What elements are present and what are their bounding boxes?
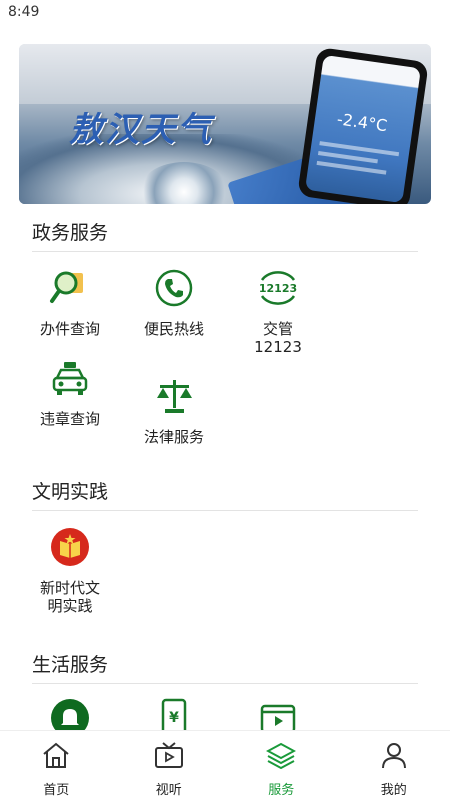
banner-phone-temp: -2.4°C xyxy=(335,109,389,136)
user-icon xyxy=(379,741,409,773)
tile-label: 法律服务 xyxy=(143,428,204,446)
tile-legal-services[interactable]: 法律服务 xyxy=(122,374,226,446)
tab-label: 首页 xyxy=(43,783,70,798)
svg-text:12123: 12123 xyxy=(259,282,297,295)
section-title-life: 生活服务 xyxy=(32,650,418,684)
svg-text:¥: ¥ xyxy=(169,710,179,726)
tile-traffic-12123[interactable]: 12123 交管 12123 xyxy=(226,266,330,356)
tile-violation-query[interactable]: 违章查询 xyxy=(18,356,122,446)
home-icon xyxy=(41,741,71,773)
scales-icon xyxy=(152,374,196,418)
tile-label: 违章查询 xyxy=(39,410,100,428)
tile-label-line1: 交管 xyxy=(262,320,293,338)
tile-case-query[interactable]: 办件查询 xyxy=(18,266,122,356)
tab-audio-video[interactable]: 视听 xyxy=(113,731,226,800)
tab-mine[interactable]: 我的 xyxy=(338,731,450,800)
status-time: 8:49 xyxy=(8,4,40,20)
banner-phone-image: -2.4°C xyxy=(297,46,429,204)
civilization-section: 文明实践 新时代文 明实践 xyxy=(32,477,418,615)
layers-icon xyxy=(266,741,297,773)
search-document-icon xyxy=(48,266,92,310)
traffic-12123-icon: 12123 xyxy=(256,266,300,310)
tile-label: 便民热线 xyxy=(143,320,204,338)
phone-icon xyxy=(152,266,196,310)
car-icon xyxy=(48,356,92,400)
tile-label: 交管 12123 xyxy=(254,320,302,356)
status-bar: 8:49 xyxy=(0,0,450,26)
tile-hotline[interactable]: 便民热线 xyxy=(122,266,226,356)
tile-label: 办件查询 xyxy=(39,320,100,338)
tile-label-line1: 新时代文 xyxy=(39,579,100,597)
civilization-book-icon xyxy=(48,525,92,569)
banner-title: 敖汉天气 xyxy=(69,110,213,150)
bottom-tab-bar: 首页 视听 服务 我的 xyxy=(0,730,450,800)
tab-home[interactable]: 首页 xyxy=(0,731,113,800)
gov-services-grid: 办件查询 便民热线 12123 交管 12123 违章查询 法律服务 xyxy=(18,266,418,446)
section-title-gov: 政务服务 xyxy=(32,218,418,252)
tab-label: 我的 xyxy=(380,783,407,798)
tab-label: 视听 xyxy=(155,783,182,798)
weather-banner[interactable]: 敖汉天气 -2.4°C xyxy=(19,44,431,204)
tab-label: 服务 xyxy=(268,783,295,798)
banner-phone-screen: -2.4°C xyxy=(305,54,421,204)
tab-services[interactable]: 服务 xyxy=(225,731,338,800)
tv-icon xyxy=(154,741,184,773)
gov-services-section: 政务服务 办件查询 便民热线 12123 交管 12123 违章查询 法律服务 xyxy=(32,218,418,446)
civilization-grid: 新时代文 明实践 xyxy=(18,525,418,615)
tile-label-line2: 明实践 xyxy=(47,597,93,615)
section-title-civ: 文明实践 xyxy=(32,477,418,511)
tile-label: 新时代文 明实践 xyxy=(40,579,100,615)
tile-new-era-civilization[interactable]: 新时代文 明实践 xyxy=(18,525,122,615)
tile-label-line2: 12123 xyxy=(254,338,302,356)
